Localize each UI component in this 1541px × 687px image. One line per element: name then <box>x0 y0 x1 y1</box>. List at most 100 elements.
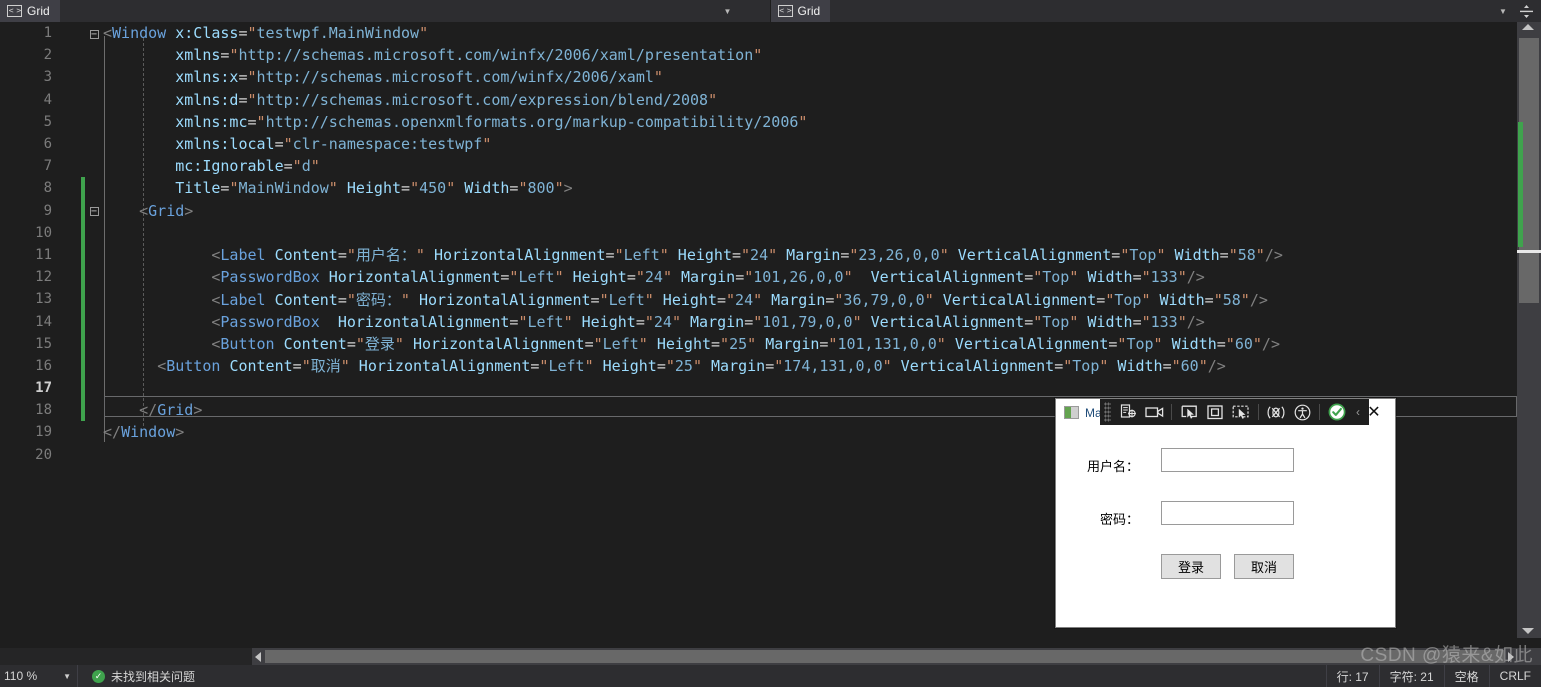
code-text: <Button Content="登录" HorizontalAlignment… <box>211 335 1280 354</box>
code-line[interactable]: 1 − <Window x:Class="testwpf.MainWindow" <box>0 22 1283 44</box>
code-line[interactable]: 10 <box>0 221 1283 244</box>
line-number: 4 <box>43 91 52 108</box>
fold-toggle-icon[interactable]: − <box>85 27 103 40</box>
scroll-down-icon[interactable] <box>1522 628 1534 634</box>
chevron-down-icon: ▼ <box>63 671 71 681</box>
split-view-icon[interactable] <box>1515 0 1537 22</box>
go-to-live-visual-tree-icon[interactable] <box>1116 401 1140 423</box>
live-visual-tree-status-icon[interactable] <box>1325 401 1349 423</box>
change-bar <box>81 89 85 111</box>
code-line[interactable]: 14 <PasswordBox HorizontalAlignment="Lef… <box>0 310 1283 333</box>
change-bar <box>81 177 85 200</box>
select-element-icon[interactable] <box>1177 401 1201 423</box>
password-input[interactable] <box>1161 501 1294 525</box>
line-number: 12 <box>35 269 52 286</box>
line-number: 9 <box>43 202 52 219</box>
code-line[interactable]: 7 mc:Ignorable="d" <box>0 155 1283 177</box>
accessibility-checker-icon[interactable] <box>1290 401 1314 423</box>
status-bar: 110 % ▼ ✓ 未找到相关问题 行: 17 字符: 21 空格 CRLF <box>0 665 1541 687</box>
change-bar <box>81 444 85 466</box>
change-bar <box>81 111 85 133</box>
xaml-code-icon: < > <box>7 5 22 17</box>
scrollbar-thumb-horizontal[interactable] <box>265 650 1504 663</box>
login-button[interactable]: 登录 <box>1161 554 1221 579</box>
tab-grid-right[interactable]: < > Grid <box>770 0 831 22</box>
fold-toggle-icon[interactable]: − <box>85 204 103 217</box>
change-bar <box>81 266 85 289</box>
line-number: 2 <box>43 47 52 64</box>
code-line[interactable]: 8 Title="MainWindow" Height="450" Width=… <box>0 177 1283 200</box>
cancel-button[interactable]: 取消 <box>1234 554 1294 579</box>
caret-line-indicator[interactable]: 行: 17 <box>1325 665 1379 687</box>
drag-handle[interactable] <box>1104 402 1111 422</box>
line-number: 16 <box>35 357 52 374</box>
line-number: 8 <box>43 180 52 197</box>
line-number: 11 <box>35 246 52 263</box>
change-bar <box>81 44 85 66</box>
code-line[interactable]: 5 xmlns:mc="http://schemas.openxmlformat… <box>0 111 1283 133</box>
change-bar <box>81 310 85 333</box>
code-line[interactable]: 9 − <Grid> <box>0 199 1283 222</box>
check-circle-icon: ✓ <box>92 669 105 683</box>
xaml-code-icon: < > <box>777 5 793 17</box>
code-line[interactable]: 15 <Button Content="登录" HorizontalAlignm… <box>0 332 1283 355</box>
username-input[interactable] <box>1161 448 1294 472</box>
code-line[interactable]: 13 <Label Content="密码：" HorizontalAlignm… <box>0 288 1283 311</box>
editor-vertical-scrollbar[interactable] <box>1517 22 1541 638</box>
track-focused-element-icon[interactable] <box>1229 401 1253 423</box>
tab-group-left: < > Grid ▼ <box>0 0 771 22</box>
change-bar <box>81 288 85 311</box>
code-text: xmlns:x="http://schemas.microsoft.com/wi… <box>175 68 663 87</box>
line-number: 13 <box>35 291 52 308</box>
tab-overflow-caret-left[interactable]: ▼ <box>720 0 736 22</box>
screen-capture-icon[interactable] <box>1142 401 1166 423</box>
change-bar <box>81 66 85 88</box>
scrollbar-left-filler <box>0 648 252 665</box>
code-line[interactable]: 11 <Label Content="用户名：" HorizontalAlign… <box>0 243 1283 267</box>
code-text: <Grid> <box>139 201 194 220</box>
line-number: 17 <box>35 380 52 397</box>
code-line[interactable]: 4 xmlns:d="http://schemas.microsoft.com/… <box>0 89 1283 111</box>
display-layout-adorners-icon[interactable] <box>1203 401 1227 423</box>
line-ending-indicator[interactable]: CRLF <box>1488 665 1541 687</box>
code-line[interactable]: 6 xmlns:local="clr-namespace:testwpf" <box>0 133 1283 155</box>
line-number: 6 <box>43 136 52 153</box>
toolbar-separator <box>1171 404 1172 420</box>
code-line[interactable]: 2 xmlns="http://schemas.microsoft.com/wi… <box>0 44 1283 66</box>
editor-horizontal-scrollbar[interactable] <box>252 648 1517 665</box>
xaml-hot-reload-icon[interactable] <box>1264 401 1288 423</box>
code-line[interactable]: 12 <PasswordBox HorizontalAlignment="Lef… <box>0 266 1283 289</box>
scroll-up-icon[interactable] <box>1522 24 1534 30</box>
code-text: Title="MainWindow" Height="450" Width="8… <box>175 179 573 198</box>
code-text: xmlns:d="http://schemas.microsoft.com/ex… <box>175 90 718 109</box>
change-bar <box>81 377 85 400</box>
zoom-level-value: 110 % <box>4 669 38 683</box>
indentation-indicator[interactable]: 空格 <box>1443 665 1489 687</box>
line-number: 14 <box>35 313 52 330</box>
issues-status[interactable]: ✓ 未找到相关问题 <box>92 668 195 685</box>
toolbar-separator <box>1319 404 1320 420</box>
code-line-current[interactable]: 17 <box>0 377 1283 400</box>
password-label: 密码： <box>1100 512 1140 527</box>
xaml-in-app-toolbar: ‹ <box>1100 399 1369 425</box>
code-line[interactable]: 3 xmlns:x="http://schemas.microsoft.com/… <box>0 66 1283 88</box>
tab-overflow-caret-right[interactable]: ▼ <box>1495 0 1511 22</box>
app-window-body: 用户名： 密码： 登录 取消 <box>1056 426 1395 628</box>
change-bar <box>81 155 85 177</box>
line-number: 7 <box>43 158 52 175</box>
code-text: <PasswordBox HorizontalAlignment="Left" … <box>211 312 1205 331</box>
scroll-left-icon[interactable] <box>255 651 261 662</box>
change-bar <box>81 421 85 443</box>
app-window-icon <box>1064 406 1079 419</box>
tab-grid-left[interactable]: < > Grid <box>0 0 60 22</box>
zoom-level-selector[interactable]: 110 % ▼ <box>0 665 78 687</box>
changed-lines-marker <box>1518 122 1523 247</box>
code-line[interactable]: 16 <Button Content="取消" HorizontalAlignm… <box>0 354 1283 377</box>
collapse-toolbar-icon[interactable]: ‹ <box>1351 401 1365 423</box>
wpf-app-window[interactable]: MainWindow ✕ 用户名： 密码： 登录 取消 <box>1055 398 1396 628</box>
line-number: 5 <box>43 113 52 130</box>
scroll-right-icon[interactable] <box>1508 651 1514 662</box>
change-bar <box>81 332 85 355</box>
caret-column-indicator[interactable]: 字符: 21 <box>1378 665 1444 687</box>
